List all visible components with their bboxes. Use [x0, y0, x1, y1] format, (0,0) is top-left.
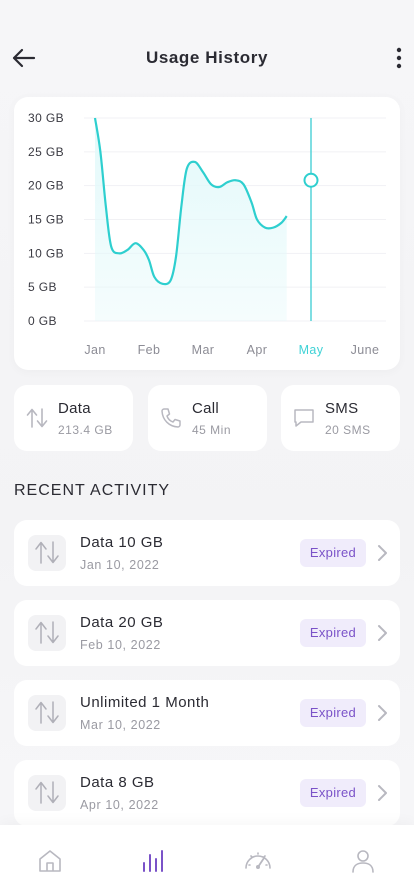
y-tick-label: 5 GB [28, 280, 57, 294]
chevron-right-icon [378, 705, 387, 721]
user-icon[interactable] [345, 843, 381, 879]
activity-item[interactable]: Data 8 GB Apr 10, 2022 Expired [14, 760, 400, 826]
y-tick-label: 10 GB [28, 246, 64, 260]
y-tick-label: 0 GB [28, 314, 57, 328]
activity-item[interactable]: Data 10 GB Jan 10, 2022 Expired [14, 520, 400, 586]
recent-activity-title: RECENT ACTIVITY [14, 482, 171, 499]
data-transfer-icon [26, 408, 48, 428]
activity-date: Mar 10, 2022 [80, 718, 161, 732]
activity-icon-box [28, 775, 66, 811]
activity-item[interactable]: Data 20 GB Feb 10, 2022 Expired [14, 600, 400, 666]
activity-icon-box [28, 615, 66, 651]
chevron-right-icon [378, 785, 387, 801]
activity-name: Unlimited 1 Month [80, 694, 210, 711]
activity-item[interactable]: Unlimited 1 Month Mar 10, 2022 Expired [14, 680, 400, 746]
stat-label: Call [192, 400, 220, 417]
bar-chart-icon[interactable] [135, 843, 171, 879]
speedometer-icon[interactable] [240, 843, 276, 879]
y-tick-label: 15 GB [28, 213, 64, 227]
activity-date: Apr 10, 2022 [80, 798, 159, 812]
status-badge: Expired [300, 779, 366, 807]
stat-card-sms[interactable]: SMS 20 SMS [281, 385, 400, 451]
data-transfer-icon [35, 781, 59, 804]
page-title: Usage History [145, 48, 269, 67]
y-tick-label: 30 GB [28, 111, 64, 125]
message-icon [294, 409, 314, 427]
data-transfer-icon [35, 541, 59, 564]
x-tick-label: Apr [247, 343, 268, 357]
status-badge: Expired [300, 539, 366, 567]
home-icon[interactable] [32, 843, 68, 879]
x-tick-label: Mar [192, 343, 215, 357]
data-transfer-icon [35, 621, 59, 644]
stat-value: 45 Min [192, 423, 232, 437]
bottom-tab-bar [0, 825, 414, 896]
x-tick-label: May [299, 343, 324, 357]
status-badge: Expired [300, 619, 366, 647]
usage-chart-card: 30 GB 25 GB 20 GB 15 GB 10 GB 5 GB 0 GB Jan Feb M… [14, 97, 400, 370]
usage-chart[interactable]: 30 GB 25 GB 20 GB 15 GB 10 GB 5 GB 0 GB Jan Feb M… [14, 97, 400, 370]
y-tick-label: 20 GB [28, 179, 64, 193]
x-tick-label: Jan [84, 343, 105, 357]
activity-icon-box [28, 535, 66, 571]
activity-name: Data 10 GB [80, 534, 164, 551]
stat-label: Data [58, 400, 91, 417]
stat-card-call[interactable]: Call 45 Min [148, 385, 267, 451]
status-badge: Expired [300, 699, 366, 727]
y-tick-label: 25 GB [28, 145, 64, 159]
activity-name: Data 8 GB [80, 774, 155, 791]
x-tick-label: June [351, 343, 380, 357]
x-tick-label: Feb [138, 343, 161, 357]
phone-icon [161, 408, 181, 428]
chevron-right-icon [378, 545, 387, 561]
data-point-marker [303, 172, 319, 188]
more-vertical-icon[interactable] [392, 44, 406, 72]
activity-date: Feb 10, 2022 [80, 638, 161, 652]
stat-card-data[interactable]: Data 213.4 GB [14, 385, 133, 451]
data-transfer-icon [35, 701, 59, 724]
activity-name: Data 20 GB [80, 614, 164, 631]
stat-value: 213.4 GB [58, 423, 113, 437]
activity-date: Jan 10, 2022 [80, 558, 160, 572]
chevron-right-icon [378, 625, 387, 641]
stat-value: 20 SMS [325, 423, 371, 437]
activity-icon-box [28, 695, 66, 731]
stat-label: SMS [325, 400, 359, 417]
